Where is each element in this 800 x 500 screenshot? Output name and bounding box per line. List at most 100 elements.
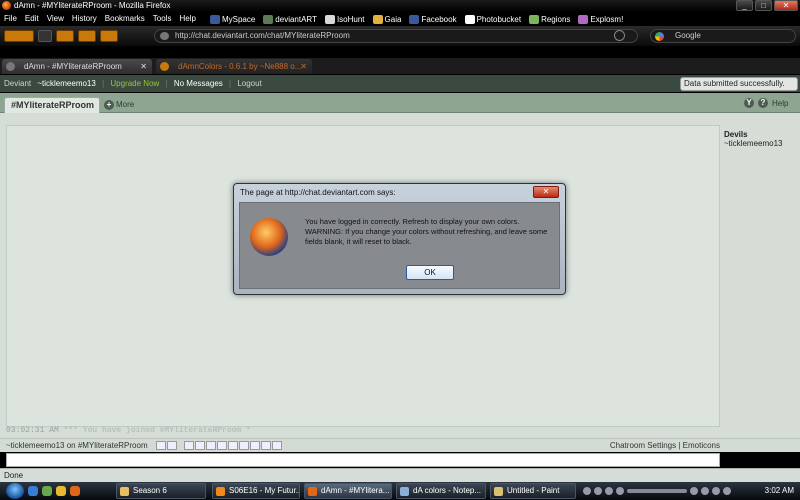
back-forward-button[interactable]: [4, 30, 34, 42]
message-input[interactable]: [6, 453, 720, 467]
format-button[interactable]: [195, 441, 206, 451]
bookmark-icon: [464, 14, 475, 24]
format-button[interactable]: [217, 441, 228, 451]
taskbar-label: S06E16 - My Futur...: [229, 486, 300, 495]
tray-icon[interactable]: [616, 487, 624, 495]
menu-tools[interactable]: Tools: [149, 12, 176, 26]
bookmark-item[interactable]: Explosm!: [574, 14, 627, 24]
taskbar-label: Season 6: [133, 486, 167, 495]
bookmark-item[interactable]: Regions: [525, 14, 574, 24]
y-icon[interactable]: Y: [744, 98, 754, 108]
messages-link[interactable]: No Messages: [174, 79, 223, 88]
help-link[interactable]: Help: [772, 99, 788, 108]
bookmark-label: MySpace: [221, 14, 256, 24]
bookmark-item[interactable]: Gaia: [369, 14, 406, 24]
media-slider[interactable]: [627, 489, 687, 493]
clock[interactable]: 3:02 AM: [765, 483, 794, 499]
bookmark-item[interactable]: deviantART: [259, 14, 321, 24]
taskbar-button[interactable]: S06E16 - My Futur...: [212, 483, 300, 499]
quicklaunch-icon[interactable]: [56, 486, 66, 496]
format-button[interactable]: [261, 441, 272, 451]
go-icon[interactable]: [614, 30, 625, 41]
tab-damn[interactable]: dAmn - #MYliterateRProom ✕: [2, 59, 152, 74]
bookmark-item[interactable]: IsoHunt: [321, 14, 369, 24]
stop-button[interactable]: [78, 30, 96, 42]
site-icon: [160, 32, 169, 40]
menu-file[interactable]: File: [0, 12, 21, 26]
room-tab[interactable]: #MYliterateRProom: [4, 97, 100, 113]
username-link[interactable]: ~ticklemeemo13: [37, 79, 95, 88]
tray-icon[interactable]: [594, 487, 602, 495]
tab-damncolors[interactable]: dAmnColors - 0.6.1 by ~Ne888 o... ✕: [156, 59, 312, 74]
tray-icon[interactable]: [583, 487, 591, 495]
bookmark-icon: [324, 14, 335, 24]
close-window-button[interactable]: ✕: [774, 0, 798, 11]
more-button[interactable]: + More: [104, 98, 134, 112]
menu-history[interactable]: History: [68, 12, 101, 26]
format-button[interactable]: [250, 441, 261, 451]
tray-icon[interactable]: [690, 487, 698, 495]
dialog-message-line2: WARNING: If you change your colors witho…: [305, 227, 548, 246]
system-tray: 3:02 AM: [583, 483, 800, 499]
dialog-close-button[interactable]: ✕: [533, 186, 559, 198]
taskbar-app-icon: [494, 487, 503, 496]
bookmark-item[interactable]: Photobucket: [461, 14, 525, 24]
bookmark-item[interactable]: Facebook: [405, 14, 460, 24]
bookmark-icon: [209, 14, 220, 24]
tray-icon[interactable]: [723, 487, 731, 495]
bookmark-icon: [409, 14, 420, 24]
home-button[interactable]: [100, 30, 118, 42]
window-title: dAmn - #MYliterateRProom - Mozilla Firef…: [14, 1, 171, 10]
maximize-button[interactable]: □: [755, 0, 772, 11]
format-button[interactable]: [272, 441, 283, 451]
tab-close-icon[interactable]: ✕: [140, 59, 147, 74]
tray-icon[interactable]: [712, 487, 720, 495]
url-bar[interactable]: http://chat.deviantart.com/chat/MYlitera…: [154, 29, 638, 43]
quicklaunch-icon[interactable]: [28, 486, 38, 496]
reload-button[interactable]: [56, 30, 74, 42]
dropdown-button[interactable]: [38, 30, 52, 42]
tray-icon[interactable]: [605, 487, 613, 495]
dialog-body: You have logged in correctly. Refresh to…: [239, 202, 560, 289]
notification-banner: Data submitted successfully.: [680, 77, 798, 91]
taskbar-button[interactable]: Untitled - Paint: [490, 483, 576, 499]
logout-link[interactable]: Logout: [237, 79, 261, 88]
menu-view[interactable]: View: [43, 12, 68, 26]
help-icon[interactable]: ?: [758, 98, 768, 108]
taskbar-button[interactable]: dA colors - Notep...: [396, 483, 486, 499]
chatroom-settings-link[interactable]: Chatroom Settings | Emoticons: [610, 439, 720, 452]
bookmark-item[interactable]: MySpace: [206, 14, 259, 24]
menubar: File Edit View History Bookmarks Tools H…: [0, 12, 800, 26]
member-item[interactable]: ~ticklemeemo13: [724, 139, 800, 148]
firefox-icon: [250, 218, 288, 256]
taskbar-button[interactable]: Season 6: [116, 483, 206, 499]
format-button[interactable]: [184, 441, 195, 451]
format-button[interactable]: [206, 441, 217, 451]
ok-button[interactable]: OK: [406, 265, 454, 280]
format-button[interactable]: [239, 441, 250, 451]
message-text: *** You have joined #MYliterateRProom *: [63, 426, 251, 435]
more-label: More: [116, 100, 135, 109]
menu-help[interactable]: Help: [175, 12, 199, 26]
tab-close-icon[interactable]: ✕: [300, 59, 307, 74]
quicklaunch-icon[interactable]: [42, 486, 52, 496]
bookmark-label: Gaia: [384, 14, 402, 24]
quicklaunch-icon[interactable]: [70, 486, 80, 496]
menu-edit[interactable]: Edit: [21, 12, 43, 26]
taskbar-button[interactable]: dAmn - #MYlitera...: [304, 483, 392, 499]
menu-bookmarks[interactable]: Bookmarks: [101, 12, 149, 26]
tray-icon[interactable]: [701, 487, 709, 495]
format-button[interactable]: [166, 441, 177, 451]
upgrade-link[interactable]: Upgrade Now: [110, 79, 159, 88]
minimize-button[interactable]: _: [736, 0, 753, 11]
search-field[interactable]: Google: [650, 29, 796, 43]
bookmark-label: Regions: [541, 14, 571, 24]
format-button[interactable]: [228, 441, 239, 451]
tab-favicon: [160, 62, 169, 71]
dialog-title: The page at http://chat.deviantart.com s…: [240, 188, 396, 197]
member-group-title: Devils: [724, 130, 748, 139]
search-placeholder: Google: [675, 31, 701, 40]
format-button[interactable]: [155, 441, 166, 451]
taskbar-app-icon: [216, 487, 225, 496]
start-button[interactable]: [6, 483, 24, 499]
